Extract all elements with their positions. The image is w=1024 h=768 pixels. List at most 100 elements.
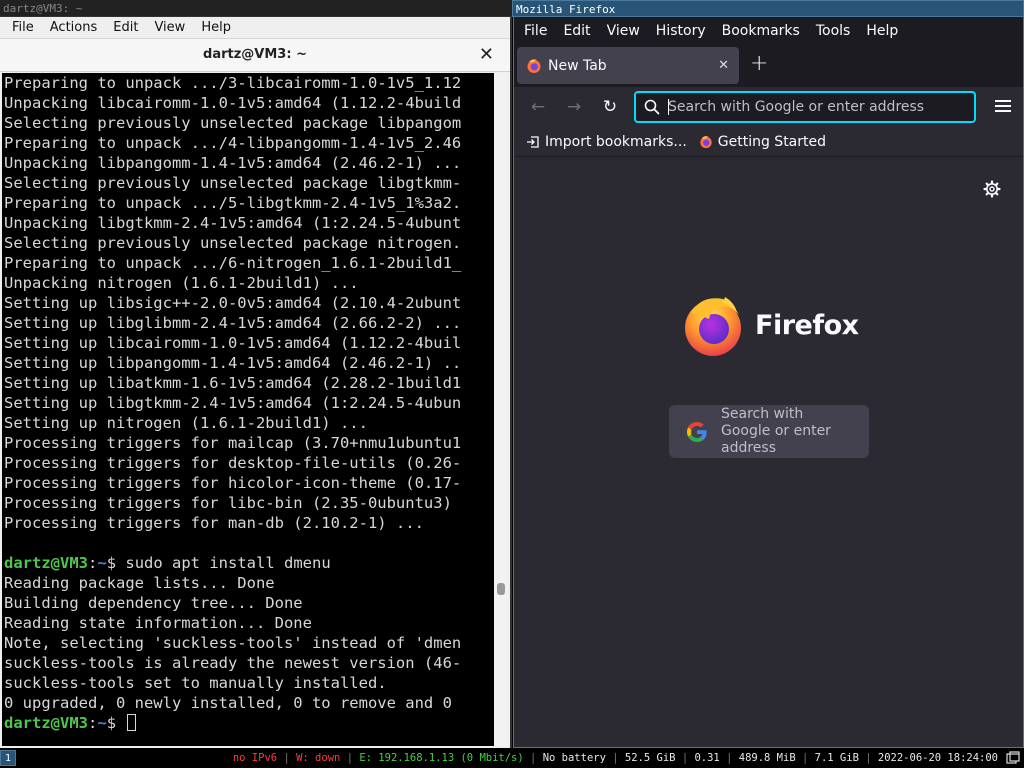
gear-icon[interactable] xyxy=(983,180,1001,198)
terminal-line: Unpacking libcairomm-1.0-1v5:amd64 (1.12… xyxy=(4,94,462,112)
memory-available-status: 7.1 GiB xyxy=(814,752,859,764)
back-arrow-icon[interactable]: ← xyxy=(528,97,548,117)
terminal-line: Unpacking nitrogen (1.6.1-2build1) ... xyxy=(4,274,359,292)
content-search-placeholder: Search with Google or enter address xyxy=(721,406,831,456)
wifi-status: W: down xyxy=(296,752,341,764)
active-prompt-sep: : xyxy=(88,714,98,732)
input-caret xyxy=(668,99,669,115)
terminal-window: File Actions Edit View Help dartz@VM3: ~… xyxy=(0,17,512,748)
prompt-path: ~ xyxy=(97,554,107,572)
tab-strip: New Tab ✕ + xyxy=(514,45,1023,87)
terminal-output-line: Building dependency tree... Done xyxy=(4,594,303,612)
load-status: 0.31 xyxy=(694,752,720,764)
firefox-logo: Firefox xyxy=(681,293,859,357)
ff-menu-file[interactable]: File xyxy=(516,23,555,39)
battery-status: No battery xyxy=(542,752,606,764)
search-icon xyxy=(644,99,660,115)
firefox-wordmark: Firefox xyxy=(755,309,859,341)
bookmark-import-label: Import bookmarks... xyxy=(545,133,687,150)
ff-menu-help[interactable]: Help xyxy=(858,23,906,39)
import-icon xyxy=(527,135,539,148)
workspace-button[interactable]: 1 xyxy=(0,750,16,766)
separator: | xyxy=(346,752,354,764)
ff-menu-history[interactable]: History xyxy=(648,23,714,39)
terminal-line: Selecting previously unselected package … xyxy=(4,174,462,192)
terminal-line: Selecting previously unselected package … xyxy=(4,234,462,252)
bookmark-getting-started[interactable]: Getting Started xyxy=(699,134,826,150)
terminal-line: Processing triggers for mailcap (3.70+nm… xyxy=(4,434,462,452)
terminal-output-line: suckless-tools set to manually installed… xyxy=(4,674,387,692)
terminal-menubar: File Actions Edit View Help xyxy=(0,17,510,38)
close-icon[interactable]: ✕ xyxy=(479,44,494,65)
ff-menu-tools[interactable]: Tools xyxy=(808,23,859,39)
bookmark-getting-started-label: Getting Started xyxy=(717,133,827,150)
disk-status: 52.5 GiB xyxy=(624,752,676,764)
command-text: sudo apt install dmenu xyxy=(125,554,331,572)
terminal-line: Setting up libglibmm-2.4-1v5:amd64 (2.66… xyxy=(4,314,462,332)
terminal-line: Processing triggers for desktop-file-uti… xyxy=(4,454,462,472)
ipv6-status: no IPv6 xyxy=(232,752,278,764)
content-search-box[interactable]: Search with Google or enter address xyxy=(669,405,869,458)
navigation-toolbar: ← → ↻ xyxy=(514,87,1023,127)
terminal-output-line: 0 upgraded, 0 newly installed, 0 to remo… xyxy=(4,694,452,712)
terminal-line: Setting up libcairomm-1.0-1v5:amd64 (1.1… xyxy=(4,334,462,352)
firefox-menubar: File Edit View History Bookmarks Tools H… xyxy=(514,17,1023,45)
memory-status: 489.8 MiB xyxy=(738,752,796,764)
firefox-bookmark-icon xyxy=(700,135,712,148)
terminal-line: Setting up libatkmm-1.6-1v5:amd64 (2.28.… xyxy=(4,374,462,392)
hamburger-menu-icon[interactable] xyxy=(995,97,1011,115)
terminal-menu-view[interactable]: View xyxy=(146,20,193,35)
datetime-status: 2022-06-20 18:24:00 xyxy=(877,752,998,764)
terminal-line: Preparing to unpack .../5-libgtkmm-2.4-1… xyxy=(4,194,462,212)
firefox-logo-icon xyxy=(685,297,741,356)
terminal-menu-actions[interactable]: Actions xyxy=(42,20,106,35)
terminal-line: Preparing to unpack .../4-libpangomm-1.4… xyxy=(4,134,462,152)
terminal-line: Setting up libpangomm-1.4-1v5:amd64 (2.4… xyxy=(4,354,462,372)
terminal-line: Setting up libgtkmm-2.4-1v5:amd64 (1:2.2… xyxy=(4,394,462,412)
terminal-output-line: Note, selecting 'suckless-tools' instead… xyxy=(4,634,462,652)
text-cursor xyxy=(127,714,137,731)
new-tab-button[interactable]: + xyxy=(750,51,768,76)
ff-menu-edit[interactable]: Edit xyxy=(555,23,598,39)
forward-arrow-icon[interactable]: → xyxy=(564,97,584,117)
tab-close-icon[interactable]: ✕ xyxy=(718,58,729,73)
separator: | xyxy=(612,752,619,764)
prompt-sep: : xyxy=(88,554,98,572)
tab-label: New Tab xyxy=(548,57,607,74)
prompt-user: dartz@VM3 xyxy=(4,554,88,572)
tab-new-tab[interactable]: New Tab ✕ xyxy=(517,47,739,84)
terminal-line: Selecting previously unselected package … xyxy=(4,114,462,132)
separator: | xyxy=(681,752,689,764)
terminal-menu-help[interactable]: Help xyxy=(193,20,239,35)
scrollbar-thumb[interactable] xyxy=(497,583,505,595)
separator: | xyxy=(283,752,290,764)
terminal-line: Setting up libsigc++-2.0-0v5:amd64 (2.10… xyxy=(4,294,462,312)
active-prompt-line[interactable]: dartz@VM3:~$ xyxy=(4,713,495,733)
terminal-line: Setting up nitrogen (1.6.1-2build1) ... xyxy=(4,414,368,432)
ff-menu-bookmarks[interactable]: Bookmarks xyxy=(714,23,808,39)
separator: | xyxy=(865,752,872,764)
terminal-menu-edit[interactable]: Edit xyxy=(105,20,146,35)
address-input[interactable] xyxy=(668,99,974,115)
reload-icon[interactable]: ↻ xyxy=(600,97,620,117)
address-bar[interactable] xyxy=(634,91,976,123)
new-tab-page: Firefox Search with Google or enter addr… xyxy=(514,158,1023,747)
terminal-line: Unpacking libpangomm-1.4-1v5:amd64 (2.46… xyxy=(4,154,462,172)
bookmark-import[interactable]: Import bookmarks... xyxy=(526,134,687,150)
terminal-output-line: suckless-tools is already the newest ver… xyxy=(4,654,462,672)
terminal-menu-file[interactable]: File xyxy=(4,20,42,35)
active-prompt-symbol: $ xyxy=(106,714,126,732)
terminal-line: Unpacking libgtkmm-2.4-1v5:amd64 (1:2.24… xyxy=(4,214,462,232)
active-prompt-user: dartz@VM3 xyxy=(4,714,88,732)
terminal-scrollbar[interactable] xyxy=(494,73,508,746)
ff-menu-view[interactable]: View xyxy=(599,23,648,39)
terminal-output[interactable]: Preparing to unpack .../3-libcairomm-1.0… xyxy=(2,73,495,746)
separator: | xyxy=(726,752,733,764)
terminal-output-line: Reading package lists... Done xyxy=(4,574,275,592)
terminal-title: dartz@VM3: ~ xyxy=(203,47,307,62)
terminal-frame-title: dartz@VM3: ~ xyxy=(0,0,512,17)
google-icon xyxy=(687,421,707,442)
window-tray-icon[interactable] xyxy=(1006,751,1020,765)
status-items: no IPv6 | W: down | E: 192.168.1.13 (0 M… xyxy=(233,748,998,768)
